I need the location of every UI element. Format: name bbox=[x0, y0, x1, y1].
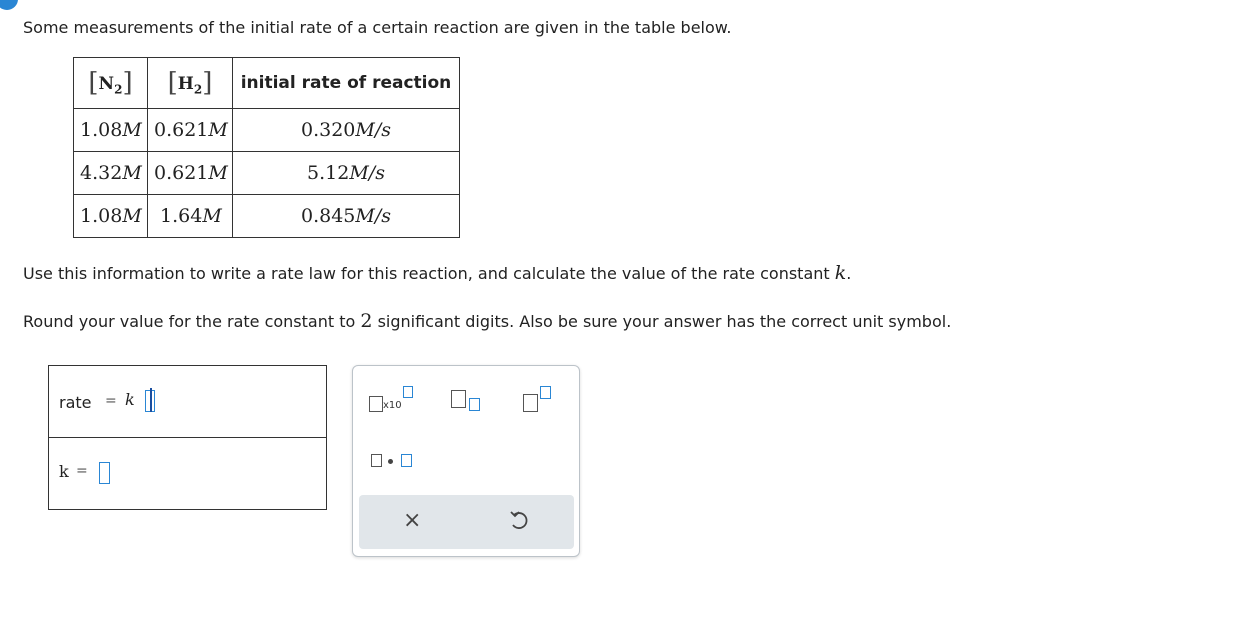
table-row: 1.08M 1.64M 0.845M/s bbox=[73, 194, 460, 238]
k-value-input[interactable] bbox=[99, 462, 110, 484]
intro-text: Some measurements of the initial rate of… bbox=[23, 18, 732, 37]
k-value-row: k = bbox=[49, 438, 326, 509]
cell-n2: 4.32M bbox=[73, 151, 148, 195]
table-row: 4.32M 0.621M 5.12M/s bbox=[73, 151, 460, 195]
multiply-dot-icon[interactable] bbox=[371, 452, 415, 472]
exponent-x10-icon[interactable]: x10 bbox=[369, 384, 415, 412]
subscript-icon[interactable] bbox=[451, 388, 485, 414]
action-bar: × bbox=[359, 495, 574, 549]
cell-h2: 0.621M bbox=[147, 108, 233, 152]
cell-rate: 5.12M/s bbox=[232, 151, 460, 195]
table-row: 1.08M 0.621M 0.320M/s bbox=[73, 108, 460, 152]
rate-law-row: rate = k bbox=[49, 366, 326, 438]
cell-n2: 1.08M bbox=[73, 194, 148, 238]
answer-panel: rate = k k = bbox=[48, 365, 327, 510]
cell-n2: 1.08M bbox=[73, 108, 148, 152]
rate-label: rate bbox=[59, 393, 92, 412]
corner-indicator bbox=[0, 0, 18, 10]
header-initial-rate: initial rate of reaction bbox=[232, 57, 460, 109]
k-symbol: k bbox=[125, 390, 135, 409]
instruction-round: Round your value for the rate constant t… bbox=[23, 310, 952, 332]
cell-h2: 0.621M bbox=[147, 151, 233, 195]
undo-icon[interactable] bbox=[509, 509, 529, 537]
cell-rate: 0.320M/s bbox=[232, 108, 460, 152]
clear-icon[interactable]: × bbox=[403, 508, 421, 534]
header-h2: [H2] bbox=[147, 57, 233, 109]
superscript-icon[interactable] bbox=[523, 384, 557, 412]
table-header-row: [N2] [H2] initial rate of reaction bbox=[73, 57, 460, 109]
cell-h2: 1.64M bbox=[147, 194, 233, 238]
math-toolbar: x10 × bbox=[352, 365, 580, 557]
text-cursor bbox=[150, 388, 152, 412]
k-label: k bbox=[59, 462, 69, 481]
equals-sign: = bbox=[76, 463, 88, 479]
cell-rate: 0.845M/s bbox=[232, 194, 460, 238]
rate-data-table: [N2] [H2] initial rate of reaction 1.08M… bbox=[73, 57, 460, 238]
header-n2: [N2] bbox=[73, 57, 148, 109]
instruction-rate-law: Use this information to write a rate law… bbox=[23, 262, 852, 284]
equals-sign: = bbox=[105, 393, 117, 409]
